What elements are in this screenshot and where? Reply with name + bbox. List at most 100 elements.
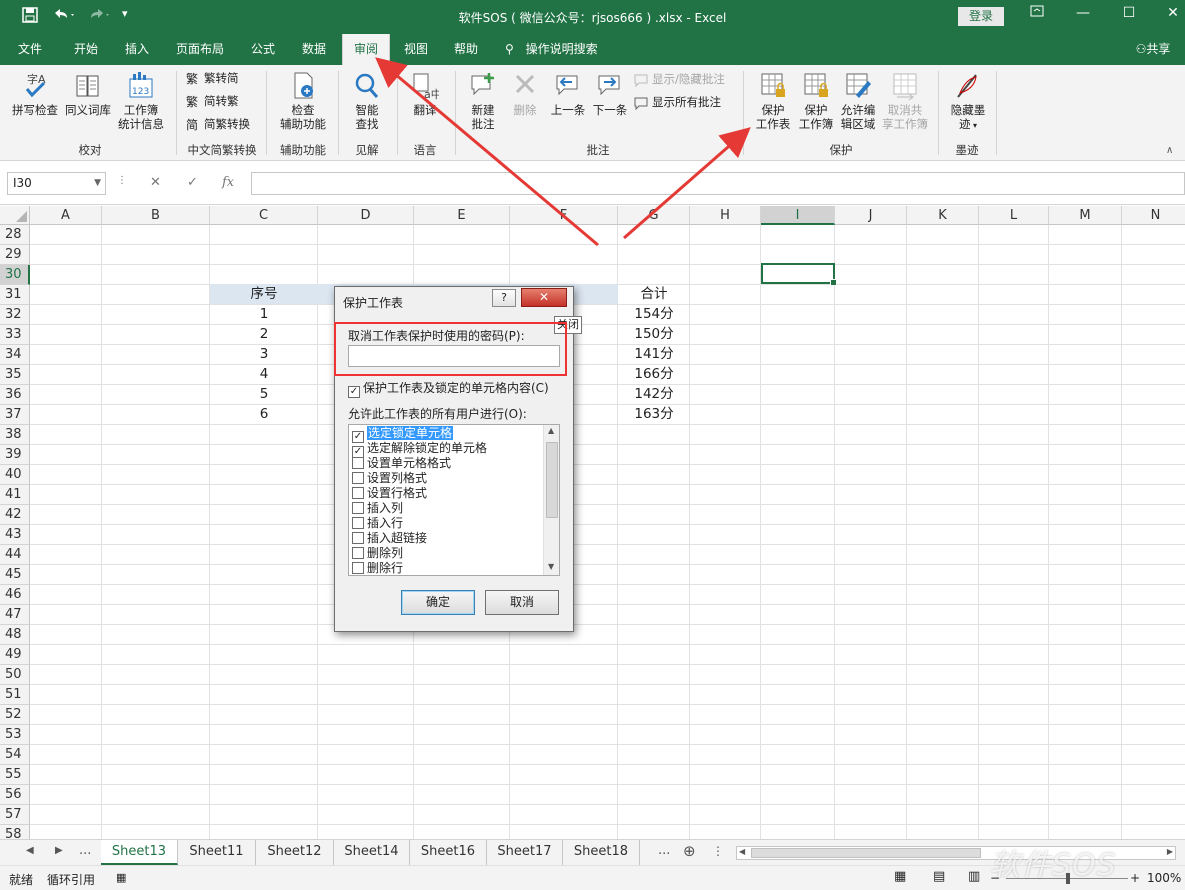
table-header-total[interactable]: 合计 (618, 284, 690, 304)
enter-entry-icon[interactable]: ✓ (187, 175, 198, 190)
workbook-statistics-button[interactable]: 123 工作簿 统计信息 (114, 71, 168, 131)
simplified-to-traditional-button[interactable]: 繁简转繁 (186, 92, 239, 110)
checkbox-unchecked-icon[interactable] (352, 472, 364, 484)
tab-splitter-icon[interactable]: ⋮ (712, 844, 724, 858)
row-header[interactable]: 53 (0, 725, 30, 745)
permission-item[interactable]: ✓ 选定解除锁定的单元格 (352, 441, 542, 458)
row-header[interactable]: 58 (0, 825, 30, 839)
tab-view[interactable]: 视图 (393, 34, 439, 65)
row-header[interactable]: 56 (0, 785, 30, 805)
permission-item[interactable]: 删除列 (352, 546, 542, 561)
normal-view-icon[interactable]: ▦ (894, 869, 906, 884)
row-header[interactable]: 55 (0, 765, 30, 785)
column-header[interactable]: I (761, 206, 835, 225)
checkbox-unchecked-icon[interactable] (352, 532, 364, 544)
sheet-tab[interactable]: Sheet11 (178, 840, 256, 865)
login-button[interactable]: 登录 (958, 7, 1004, 26)
protect-sheet-button[interactable]: 保护 工作表 (752, 71, 794, 131)
sheet-tab[interactable]: Sheet13 (101, 840, 178, 865)
seq-cell[interactable]: 1 (210, 304, 318, 324)
permission-item[interactable]: 插入超链接 (352, 531, 542, 546)
check-accessibility-button[interactable]: 检查 辅助功能 (276, 71, 330, 131)
minimize-icon[interactable]: — (1068, 5, 1098, 21)
column-header[interactable]: F (510, 206, 618, 225)
close-window-icon[interactable]: ✕ (1158, 5, 1185, 21)
total-cell[interactable]: 142分 (618, 384, 690, 404)
row-header[interactable]: 49 (0, 645, 30, 665)
row-header[interactable]: 43 (0, 525, 30, 545)
row-header[interactable]: 50 (0, 665, 30, 685)
row-header[interactable]: 42 (0, 505, 30, 525)
page-break-view-icon[interactable]: ▥ (968, 869, 980, 884)
row-header[interactable]: 30 (0, 265, 30, 285)
column-header[interactable]: E (414, 206, 510, 225)
total-cell[interactable]: 163分 (618, 404, 690, 424)
formula-input[interactable] (251, 172, 1185, 195)
tab-file[interactable]: 文件 (8, 34, 52, 65)
close-dialog-button[interactable]: ✕ (521, 288, 567, 307)
permission-item[interactable]: 插入列 (352, 501, 542, 516)
new-comment-button[interactable]: 新建 批注 (462, 71, 504, 131)
insert-function-icon[interactable]: fx (222, 175, 234, 190)
sheet-tab[interactable]: Sheet12 (256, 840, 334, 865)
hscroll-left-icon[interactable]: ◀ (739, 847, 745, 856)
zoom-in-icon[interactable]: + (1130, 871, 1140, 885)
checkbox-unchecked-icon[interactable] (352, 502, 364, 514)
smart-lookup-button[interactable]: 智能 查找 (342, 71, 392, 131)
seq-cell[interactable]: 4 (210, 364, 318, 384)
spelling-button[interactable]: 字A 拼写检查 (8, 71, 62, 117)
total-cell[interactable]: 166分 (618, 364, 690, 384)
hide-ink-button[interactable]: 隐藏墨 迹 ▾ (944, 71, 992, 133)
sheet-tab[interactable]: Sheet16 (410, 840, 487, 865)
name-box[interactable]: I30 ▼ (7, 172, 106, 195)
row-header[interactable]: 36 (0, 385, 30, 405)
tab-data[interactable]: 数据 (291, 34, 337, 65)
tab-formulas[interactable]: 公式 (240, 34, 286, 65)
sheet-tab[interactable]: Sheet17 (487, 840, 563, 865)
row-header[interactable]: 37 (0, 405, 30, 425)
row-header[interactable]: 29 (0, 245, 30, 265)
total-cell[interactable]: 141分 (618, 344, 690, 364)
permission-item[interactable]: 设置行格式 (352, 486, 542, 501)
thesaurus-button[interactable]: 同义词库 (62, 71, 114, 117)
macro-record-icon[interactable]: ▦ (116, 871, 126, 884)
ribbon-display-options-icon[interactable] (1022, 5, 1052, 21)
seq-cell[interactable]: 6 (210, 404, 318, 424)
row-header[interactable]: 38 (0, 425, 30, 445)
column-header[interactable]: B (102, 206, 210, 225)
unshare-workbook-button[interactable]: 取消共 享工作簿 (879, 71, 931, 131)
permission-item[interactable]: 插入行 (352, 516, 542, 531)
column-header[interactable]: M (1049, 206, 1122, 225)
name-box-dropdown-icon[interactable]: ▼ (94, 173, 101, 194)
checkbox-unchecked-icon[interactable] (352, 517, 364, 529)
checkbox-unchecked-icon[interactable] (352, 487, 364, 499)
row-header[interactable]: 31 (0, 285, 30, 305)
total-cell[interactable]: 154分 (618, 304, 690, 324)
scroll-up-icon[interactable]: ▲ (548, 426, 554, 435)
table-header-seq[interactable]: 序号 (210, 284, 318, 304)
zoom-level[interactable]: 100% (1147, 871, 1181, 885)
row-header[interactable]: 54 (0, 745, 30, 765)
row-header[interactable]: 35 (0, 365, 30, 385)
row-header[interactable]: 40 (0, 465, 30, 485)
row-header[interactable]: 48 (0, 625, 30, 645)
chinese-conversion-button[interactable]: 简简繁转换 (186, 115, 250, 133)
translate-button[interactable]: a中 翻译 (402, 71, 448, 117)
checkbox-unchecked-icon[interactable] (352, 562, 364, 574)
column-header[interactable]: C (210, 206, 318, 225)
protect-contents-checkbox[interactable]: ✓ 保护工作表及锁定的单元格内容(C) (348, 379, 549, 398)
row-header[interactable]: 51 (0, 685, 30, 705)
row-header[interactable]: 39 (0, 445, 30, 465)
tab-page-layout[interactable]: 页面布局 (170, 34, 230, 65)
collapse-ribbon-icon[interactable]: ∧ (1166, 145, 1173, 156)
hscroll-right-icon[interactable]: ▶ (1167, 847, 1173, 856)
column-header[interactable]: A (30, 206, 102, 225)
select-all-corner[interactable] (0, 206, 30, 225)
more-sheets-left[interactable]: ... (79, 843, 91, 858)
ok-button[interactable]: 确定 (401, 590, 475, 615)
row-header[interactable]: 52 (0, 705, 30, 725)
scroll-sheets-left-icon[interactable]: ◀ (26, 845, 34, 856)
protect-workbook-button[interactable]: 保护 工作簿 (795, 71, 837, 131)
scroll-thumb[interactable] (546, 442, 558, 518)
column-header[interactable]: N (1122, 206, 1185, 225)
